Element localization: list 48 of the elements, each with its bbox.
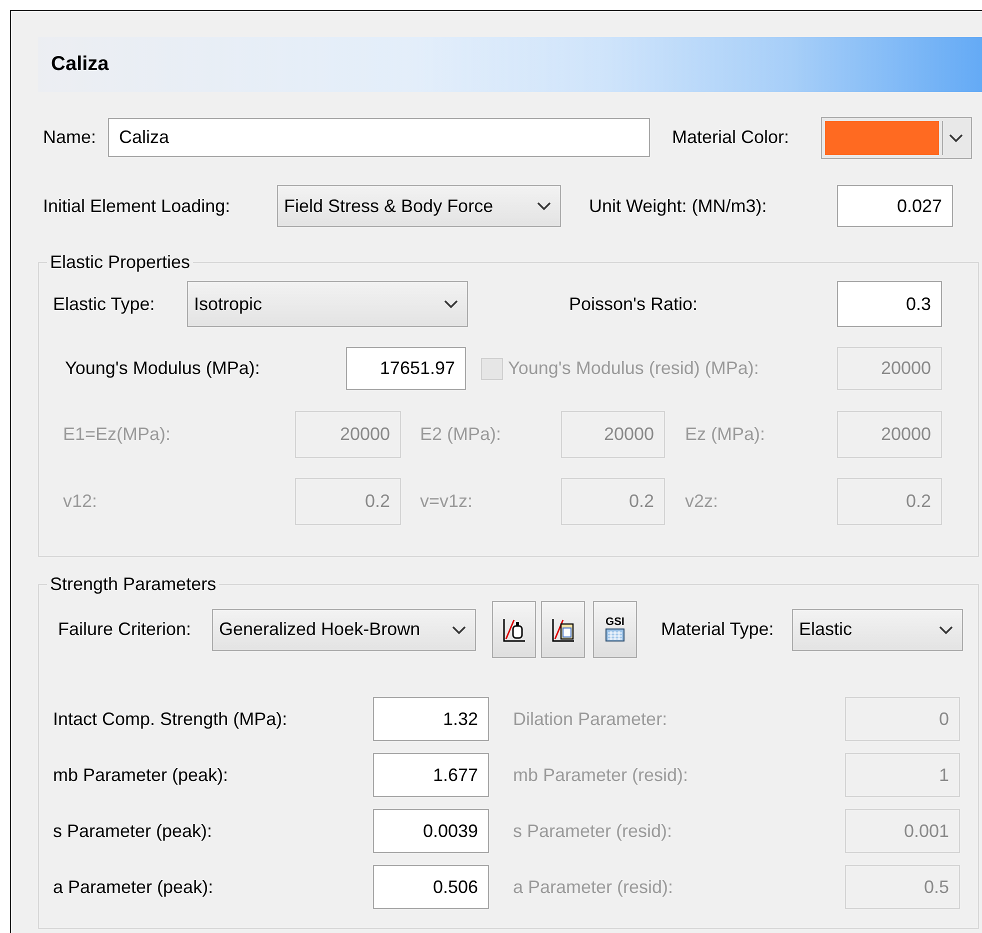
field-label: E1=Ez(MPa): xyxy=(63,424,172,445)
input-field[interactable]: 0.3 xyxy=(837,281,942,327)
input-field[interactable]: 17651.97 xyxy=(346,347,466,390)
material-title: Caliza xyxy=(51,53,109,76)
field-label: Unit Weight: (MN/m3): xyxy=(589,196,768,216)
input-field[interactable]: Caliza xyxy=(108,118,650,157)
input-field[interactable]: 0.506 xyxy=(373,865,489,909)
chevron-icon xyxy=(536,201,552,211)
graph-cylinder-icon xyxy=(501,616,527,642)
field-label: Elastic Type: xyxy=(53,294,156,314)
field-label: Dilation Parameter: xyxy=(513,708,668,730)
tool-button[interactable] xyxy=(492,601,536,658)
criterion-dropdown[interactable]: Generalized Hoek-Brown xyxy=(212,608,476,650)
field-label: s Parameter (peak): xyxy=(53,820,214,842)
chevron-icon xyxy=(443,299,459,309)
field-label: Poisson's Ratio: xyxy=(569,294,698,314)
field-label: v=v1z: xyxy=(420,491,474,512)
field-label: mb Parameter (resid): xyxy=(513,764,690,786)
tool-button[interactable] xyxy=(541,601,585,658)
color-dropdown[interactable] xyxy=(821,116,972,158)
field-label: Material Type: xyxy=(661,619,775,640)
field-label: Material Color: xyxy=(672,127,790,148)
field-label: Intact Comp. Strength (MPa): xyxy=(53,708,288,730)
field-label: v12: xyxy=(63,491,98,512)
field-label: s Parameter (resid): xyxy=(513,820,674,842)
field-label: Ez (MPa): xyxy=(685,424,766,445)
input-field[interactable]: 1.32 xyxy=(373,697,489,741)
field-label: Name: xyxy=(43,127,98,148)
chevron-icon xyxy=(451,624,467,634)
input-field[interactable]: 1.677 xyxy=(373,753,489,797)
gsi-button[interactable]: GSI xyxy=(593,601,637,658)
field-label: Failure Criterion: xyxy=(58,619,192,640)
chevron-icon xyxy=(948,132,964,142)
graph-clipboard-icon xyxy=(550,616,576,642)
field-label: v2z: xyxy=(685,491,720,512)
field-label: a Parameter (peak): xyxy=(53,876,214,898)
input-field[interactable]: 0.027 xyxy=(837,185,953,227)
field-label: a Parameter (resid): xyxy=(513,876,674,898)
field-label: Young's Modulus (MPa): xyxy=(65,358,261,379)
input-field[interactable]: 0.0039 xyxy=(373,809,489,853)
field-label: Young's Modulus (resid) (MPa): xyxy=(508,358,760,379)
chevron-icon xyxy=(938,624,954,634)
field-label: Initial Element Loading: xyxy=(43,196,232,216)
material-type-dropdown[interactable]: Elastic xyxy=(792,608,963,650)
field-label: E2 (MPa): xyxy=(420,424,502,445)
field-label: mb Parameter (peak): xyxy=(53,764,230,786)
elastic-type-dropdown[interactable]: Isotropic xyxy=(187,281,468,327)
loading-dropdown[interactable]: Field Stress & Body Force xyxy=(277,185,561,227)
